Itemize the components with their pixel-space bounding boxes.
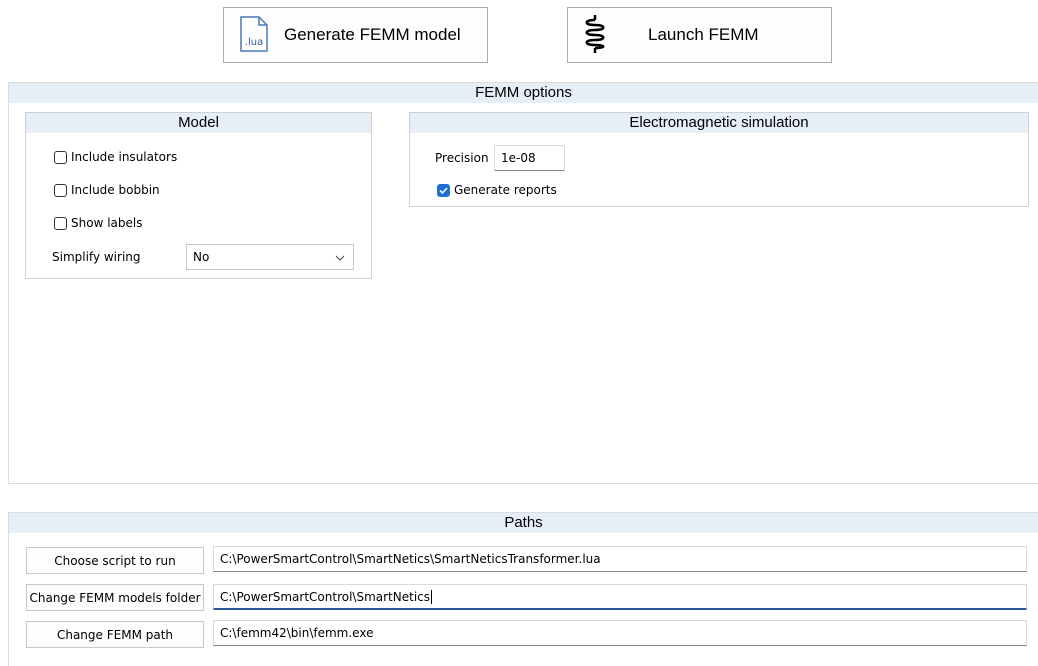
lua-file-icon: .lua [238,15,270,55]
text-cursor [431,589,433,604]
show-labels-checkbox[interactable]: Show labels [54,216,142,230]
femm-path-value: C:\femm42\bin\femm.exe [220,626,374,640]
generate-femm-model-button[interactable]: .lua Generate FEMM model [223,7,488,63]
change-models-folder-label: Change FEMM models folder [29,590,201,605]
launch-femm-label: Launch FEMM [648,25,759,44]
include-bobbin-label: Include bobbin [71,183,160,197]
models-folder-input[interactable]: C:\PowerSmartControl\SmartNetics [213,584,1027,610]
include-insulators-label: Include insulators [71,150,178,164]
precision-input[interactable]: 1e-08 [494,145,565,171]
generate-reports-box[interactable] [437,183,450,197]
em-simulation-title: Electromagnetic simulation [410,113,1028,133]
generate-reports-checkbox[interactable]: Generate reports [437,183,557,197]
paths-title: Paths [9,513,1038,533]
simplify-wiring-value: No [193,250,210,264]
femm-options-title: FEMM options [9,83,1038,103]
include-bobbin-checkbox[interactable]: Include bobbin [54,183,160,197]
launch-femm-button[interactable]: Launch FEMM [567,7,832,63]
coil-icon [582,14,608,57]
show-labels-label: Show labels [71,216,143,230]
script-path-value: C:\PowerSmartControl\SmartNetics\SmartNe… [220,552,601,566]
checkmark-icon [439,186,448,194]
include-insulators-box[interactable] [54,150,67,164]
model-section-title: Model [26,113,371,133]
change-femm-path-button[interactable]: Change FEMM path [26,621,204,648]
simplify-wiring-label: Simplify wiring [52,250,141,264]
script-path-input[interactable]: C:\PowerSmartControl\SmartNetics\SmartNe… [213,546,1027,572]
include-bobbin-box[interactable] [54,183,67,197]
change-models-folder-button[interactable]: Change FEMM models folder [26,584,204,611]
change-femm-path-label: Change FEMM path [56,627,174,642]
choose-script-label: Choose script to run [54,553,176,568]
show-labels-box[interactable] [54,216,67,230]
choose-script-button[interactable]: Choose script to run [26,547,204,574]
chevron-down-icon[interactable] [335,252,345,266]
generate-femm-model-label: Generate FEMM model [284,25,461,44]
precision-value: 1e-08 [501,151,536,165]
include-insulators-checkbox[interactable]: Include insulators [54,150,177,164]
models-folder-value: C:\PowerSmartControl\SmartNetics [220,589,431,604]
femm-path-input[interactable]: C:\femm42\bin\femm.exe [213,620,1027,646]
simplify-wiring-select[interactable]: No [186,244,354,270]
generate-reports-label: Generate reports [454,183,557,197]
precision-label: Precision [435,151,489,165]
svg-text:.lua: .lua [245,37,263,48]
